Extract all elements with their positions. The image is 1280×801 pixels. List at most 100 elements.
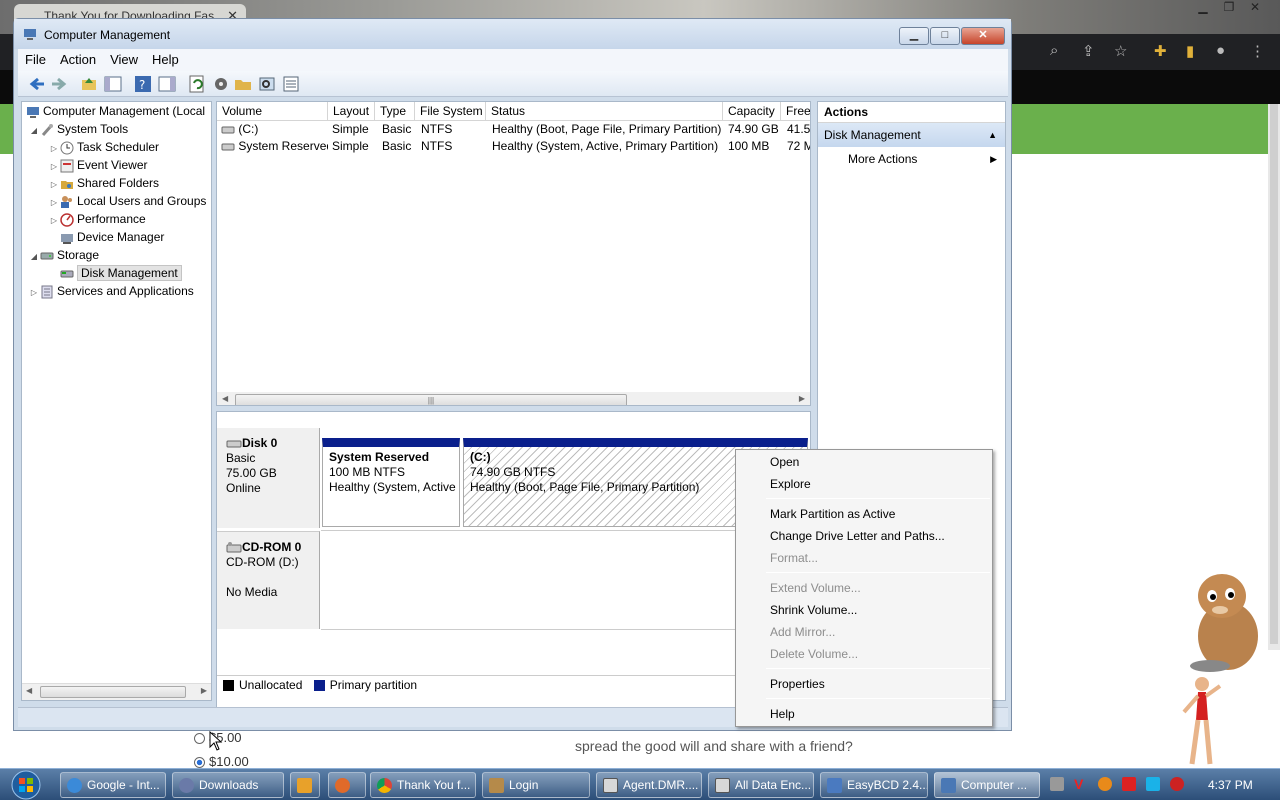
back-arrow-icon[interactable] bbox=[28, 75, 46, 93]
refresh-icon[interactable] bbox=[188, 75, 206, 93]
expand-icon[interactable]: ▷ bbox=[48, 212, 60, 230]
scroll-left-icon[interactable]: ◀ bbox=[222, 394, 228, 403]
browser-minimize-icon[interactable]: ▁ bbox=[1190, 0, 1216, 14]
tray-monitor-icon[interactable] bbox=[1146, 777, 1160, 791]
taskbar-item-downloads[interactable]: Downloads bbox=[172, 772, 284, 798]
taskbar-clock[interactable]: 4:37 PM bbox=[1208, 769, 1258, 801]
taskbar-item-label: Computer ... bbox=[961, 778, 1028, 792]
tray-v-icon[interactable]: V bbox=[1074, 777, 1088, 791]
radio-icon[interactable] bbox=[194, 733, 205, 745]
browser-close-icon[interactable]: ✕ bbox=[1242, 0, 1268, 14]
tray-record-icon[interactable] bbox=[1170, 777, 1184, 791]
sidebar-icon[interactable]: ▮ bbox=[1186, 42, 1194, 60]
maximize-button[interactable]: □ bbox=[930, 27, 960, 45]
menu-item-open[interactable]: Open bbox=[770, 453, 799, 471]
tree-item-local-users[interactable]: ▷ Local Users and Groups bbox=[48, 192, 206, 210]
open-folder-icon[interactable] bbox=[234, 75, 252, 93]
tray-network-icon[interactable] bbox=[1050, 777, 1064, 791]
column-status[interactable]: Status bbox=[486, 102, 723, 121]
browser-maximize-icon[interactable]: ❐ bbox=[1216, 0, 1242, 14]
menu-file[interactable]: File bbox=[18, 49, 53, 67]
column-free[interactable]: Free bbox=[781, 102, 810, 121]
scroll-thumb[interactable]: ||| bbox=[235, 394, 627, 405]
list-horizontal-scrollbar[interactable]: ◀ ||| ▶ bbox=[217, 392, 810, 405]
forward-arrow-icon[interactable] bbox=[50, 75, 68, 93]
collapse-icon[interactable]: ◢ bbox=[28, 122, 40, 140]
taskbar-item-all-data[interactable]: All Data Enc... bbox=[708, 772, 814, 798]
title-bar[interactable]: Computer Management ▁ □ ✕ bbox=[14, 19, 1011, 49]
tree-item-performance[interactable]: ▷ Performance bbox=[48, 210, 146, 228]
menu-help[interactable]: Help bbox=[145, 49, 186, 67]
scroll-thumb[interactable] bbox=[40, 686, 186, 698]
taskbar-item-computer-management[interactable]: Computer ... bbox=[934, 772, 1040, 798]
radio-selected-icon[interactable] bbox=[194, 757, 205, 769]
tree-item-event-viewer[interactable]: ▷ Event Viewer bbox=[48, 156, 147, 174]
cell-layout: Simple bbox=[332, 122, 369, 136]
taskbar-item-media[interactable] bbox=[290, 772, 320, 798]
expand-icon[interactable]: ▷ bbox=[28, 284, 40, 302]
menu-action[interactable]: Action bbox=[53, 49, 103, 67]
table-row[interactable]: (C:) Simple Basic NTFS Healthy (Boot, Pa… bbox=[217, 121, 810, 138]
tree-item-storage[interactable]: ◢ Storage bbox=[28, 246, 99, 264]
search-disk-icon[interactable] bbox=[258, 75, 276, 93]
disk-icon bbox=[226, 440, 242, 448]
extension-icon[interactable]: ✚ bbox=[1154, 42, 1167, 60]
tree-item-task-scheduler[interactable]: ▷ Task Scheduler bbox=[48, 138, 159, 156]
browser-scrollbar[interactable] bbox=[1268, 104, 1280, 650]
menu-item-change-drive-letter[interactable]: Change Drive Letter and Paths... bbox=[770, 527, 945, 545]
minimize-button[interactable]: ▁ bbox=[899, 27, 929, 45]
tree-horizontal-scrollbar[interactable]: ◀ ▶ bbox=[22, 683, 211, 700]
column-capacity[interactable]: Capacity bbox=[723, 102, 781, 121]
tree-root[interactable]: Computer Management (Local bbox=[26, 102, 205, 120]
close-button[interactable]: ✕ bbox=[961, 27, 1005, 45]
actions-section-disk-management[interactable]: Disk Management ▲ bbox=[818, 123, 1005, 147]
menu-item-shrink-volume[interactable]: Shrink Volume... bbox=[770, 601, 857, 619]
properties-icon[interactable] bbox=[212, 75, 230, 93]
show-hide-tree-icon[interactable] bbox=[104, 75, 122, 93]
column-volume[interactable]: Volume bbox=[217, 102, 328, 121]
tree-item-system-tools[interactable]: ◢ System Tools bbox=[28, 120, 128, 138]
tree-item-device-manager[interactable]: Device Manager bbox=[60, 228, 164, 246]
taskbar-item-google[interactable]: Google - Int... bbox=[60, 772, 166, 798]
tree-item-services-applications[interactable]: ▷ Services and Applications bbox=[28, 282, 194, 300]
search-icon[interactable]: ⌕ bbox=[1050, 42, 1058, 59]
scroll-right-icon[interactable]: ▶ bbox=[799, 394, 805, 403]
menu-item-help[interactable]: Help bbox=[770, 705, 795, 723]
menu-item-delete-volume: Delete Volume... bbox=[770, 647, 859, 661]
profile-icon[interactable]: ● bbox=[1216, 42, 1225, 59]
taskbar-item-chrome[interactable]: Thank You f... bbox=[370, 772, 476, 798]
scroll-left-icon[interactable]: ◀ bbox=[26, 686, 32, 695]
collapse-icon[interactable]: ◢ bbox=[28, 248, 40, 266]
menu-item-mark-active[interactable]: Mark Partition as Active bbox=[770, 505, 895, 523]
show-hide-action-pane-icon[interactable] bbox=[158, 75, 176, 93]
menu-icon[interactable]: ⋮ bbox=[1250, 42, 1265, 60]
cell-layout: Simple bbox=[332, 139, 369, 153]
up-folder-icon[interactable] bbox=[80, 75, 98, 93]
column-file-system[interactable]: File System bbox=[415, 102, 486, 121]
scroll-right-icon[interactable]: ▶ bbox=[201, 686, 207, 695]
menu-item-properties[interactable]: Properties bbox=[770, 675, 825, 693]
tray-flag-icon[interactable] bbox=[1122, 777, 1136, 791]
star-icon[interactable]: ☆ bbox=[1114, 42, 1127, 60]
taskbar-item-agent[interactable]: Agent.DMR.... bbox=[596, 772, 702, 798]
help-icon[interactable]: ? bbox=[134, 75, 152, 93]
share-icon[interactable]: ⇪ bbox=[1082, 42, 1095, 60]
menu-item-explore[interactable]: Explore bbox=[770, 475, 811, 493]
taskbar-item-login[interactable]: Login bbox=[482, 772, 590, 798]
column-layout[interactable]: Layout bbox=[328, 102, 375, 121]
disk-0-label[interactable]: Disk 0 Basic 75.00 GB Online bbox=[217, 428, 320, 528]
menu-view[interactable]: View bbox=[103, 49, 145, 67]
table-row[interactable]: System Reserved Simple Basic NTFS Health… bbox=[217, 138, 810, 155]
disk-list-icon[interactable] bbox=[282, 75, 300, 93]
collapse-arrow-icon[interactable]: ▲ bbox=[988, 123, 997, 147]
taskbar-item-easybcd[interactable]: EasyBCD 2.4... bbox=[820, 772, 928, 798]
taskbar-item-tool[interactable] bbox=[328, 772, 366, 798]
column-type[interactable]: Type bbox=[375, 102, 415, 121]
more-actions-item[interactable]: More Actions ▶ bbox=[818, 147, 1005, 171]
tray-app-icon[interactable] bbox=[1098, 777, 1112, 791]
tree-item-disk-management[interactable]: Disk Management bbox=[60, 264, 182, 282]
tree-item-shared-folders[interactable]: ▷ Shared Folders bbox=[48, 174, 159, 192]
start-button-icon[interactable] bbox=[2, 769, 50, 801]
cdrom-0-label[interactable]: CD-ROM 0 CD-ROM (D:) No Media bbox=[217, 531, 320, 629]
partition-system-reserved[interactable]: System Reserved 100 MB NTFS Healthy (Sys… bbox=[322, 438, 460, 527]
